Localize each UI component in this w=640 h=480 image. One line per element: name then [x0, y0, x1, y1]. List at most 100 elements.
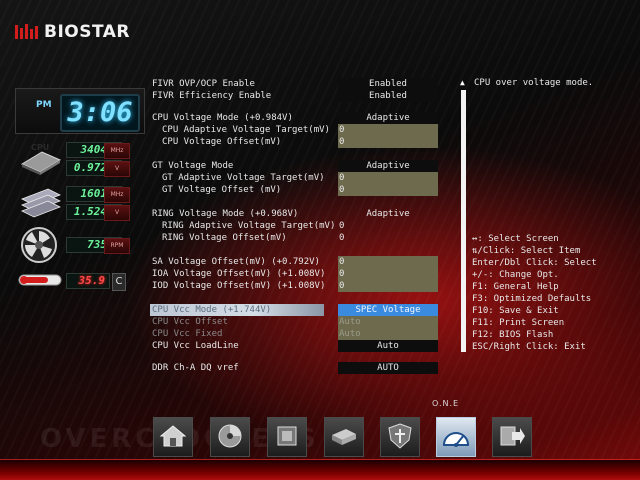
menu-item-value[interactable]: 0	[338, 232, 438, 244]
chip-icon	[274, 423, 300, 452]
menu-item-iod-vo[interactable]: IOD Voltage Offset(mV) (+1.008V) 0	[152, 280, 438, 292]
menu-item-label: CPU Voltage Offset(mV)	[162, 137, 282, 147]
dock-button-advanced[interactable]	[210, 417, 250, 457]
dock-button-one[interactable]	[436, 417, 476, 457]
temperature-value: 35.9	[78, 274, 106, 287]
clock-ampm: PM	[36, 100, 52, 110]
menu-item-value[interactable]: Auto	[338, 328, 438, 340]
menu-item-ring-avt[interactable]: RING Adaptive Voltage Target(mV) 0	[152, 220, 438, 232]
logo-mark-icon	[14, 23, 40, 41]
menu-item-label: CPU Vcc Fixed	[152, 329, 223, 339]
dock-active-label: O.N.E	[432, 399, 460, 408]
menu-item-cpu-vcc-mode[interactable]: CPU Vcc Mode (+1.744V) SPEC Voltage	[150, 304, 438, 316]
menu-item-label: CPU Vcc Offset	[152, 317, 228, 327]
memory-frequency-unit: MHz	[104, 187, 130, 203]
menu-item-gt-vo[interactable]: GT Voltage Offset (mV) 0	[152, 184, 438, 196]
menu-item-label: CPU Adaptive Voltage Target(mV)	[162, 125, 330, 135]
memory-voltage-value: 1.524	[73, 205, 107, 218]
thermometer-icon	[18, 272, 62, 291]
disc-icon	[217, 423, 243, 452]
dock-button-boot[interactable]	[324, 417, 364, 457]
cpu-voltage-unit: V	[104, 161, 130, 177]
cpu-frequency-unit: MHz	[104, 143, 130, 159]
exit-icon	[498, 423, 526, 452]
menu-item-value[interactable]: Adaptive	[338, 112, 438, 124]
key-hint: ⇅/Click: Select Item	[472, 246, 581, 256]
menu-item-ring-vmode[interactable]: RING Voltage Mode (+0.968V) Adaptive	[152, 208, 438, 220]
bottom-strip	[0, 460, 640, 480]
menu-item-label: SA Voltage Offset(mV) (+0.792V)	[152, 257, 320, 267]
menu-item-fivr-eff[interactable]: FIVR Efficiency Enable Enabled	[152, 90, 438, 102]
menu-item-cpu-vo[interactable]: CPU Voltage Offset(mV) 0	[152, 136, 438, 148]
menu-item-cpu-avt[interactable]: CPU Adaptive Voltage Target(mV) 0	[152, 124, 438, 136]
dock-button-chipset[interactable]	[267, 417, 307, 457]
menu-item-value[interactable]: SPEC Voltage	[338, 304, 438, 316]
menu-item-value[interactable]: AUTO	[338, 362, 438, 374]
menu-item-label: GT Adaptive Voltage Target(mV)	[162, 173, 325, 183]
dock-button-main[interactable]	[153, 417, 193, 457]
menu-item-sa-vo[interactable]: SA Voltage Offset(mV) (+0.792V) 0	[152, 256, 438, 268]
key-hint: +/-: Change Opt.	[472, 270, 559, 280]
menu-item-ring-vo[interactable]: RING Voltage Offset(mV) 0	[152, 232, 438, 244]
dock-button-security[interactable]	[380, 417, 420, 457]
menu-item-value[interactable]: Auto	[338, 316, 438, 328]
menu-item-value[interactable]: Auto	[338, 340, 438, 352]
menu-item-value[interactable]: 0	[338, 124, 438, 136]
menu-item-label: FIVR Efficiency Enable	[152, 91, 272, 101]
key-hint: F10: Save & Exit	[472, 306, 559, 316]
menu-item-value[interactable]: Adaptive	[338, 160, 438, 172]
menu-item-value[interactable]: 0	[338, 136, 438, 148]
memory-voltage-unit: V	[104, 205, 130, 221]
menu-item-ioa-vo[interactable]: IOA Voltage Offset(mV) (+1.008V) 0	[152, 268, 438, 280]
menu-item-value[interactable]: 0	[338, 268, 438, 280]
menu-item-label: IOA Voltage Offset(mV) (+1.008V)	[152, 269, 326, 279]
scroll-up-arrow-icon[interactable]: ▲	[460, 78, 465, 87]
fan-speed-unit: RPM	[104, 238, 130, 254]
cpu-voltage-value: 0.972	[73, 161, 107, 174]
menu-item-label: RING Voltage Offset(mV)	[162, 233, 287, 243]
menu-item-value[interactable]: 0	[338, 184, 438, 196]
key-hint: Enter/Dbl Click: Select	[472, 258, 597, 268]
menu-item-label: CPU Vcc LoadLine	[152, 341, 239, 351]
dock-button-save-exit[interactable]	[492, 417, 532, 457]
menu-item-gt-vmode[interactable]: GT Voltage Mode Adaptive	[152, 160, 438, 172]
menu-item-label: GT Voltage Mode	[152, 161, 234, 171]
menu-item-value[interactable]: Enabled	[338, 78, 438, 90]
menu-item-label: FIVR OVP/OCP Enable	[152, 79, 255, 89]
logo-text: BIOSTAR	[44, 22, 131, 42]
gauge-icon	[441, 423, 471, 452]
shield-icon	[387, 422, 413, 453]
menu-item-gt-avt[interactable]: GT Adaptive Voltage Target(mV) 0	[152, 172, 438, 184]
menu-item-cpu-vcc-fixed[interactable]: CPU Vcc Fixed Auto	[152, 328, 438, 340]
menu-item-value[interactable]: Adaptive	[338, 208, 438, 220]
menu-item-cpu-vcc-loadline[interactable]: CPU Vcc LoadLine Auto	[152, 340, 438, 352]
memory-module-icon	[20, 185, 62, 222]
settings-menu: FIVR OVP/OCP Enable Enabled FIVR Efficienc…	[150, 0, 442, 480]
menu-item-value[interactable]: 0	[338, 280, 438, 292]
temperature-unit: C	[112, 273, 126, 291]
menu-item-label: DDR Ch-A DQ vref	[152, 363, 239, 373]
biostar-logo: BIOSTAR	[14, 22, 130, 42]
menu-item-fivr-ovp[interactable]: FIVR OVP/OCP Enable Enabled	[152, 78, 438, 90]
temperature-readout: 35.9	[66, 273, 110, 289]
item-help-description: CPU over voltage mode.	[474, 78, 594, 88]
key-hint: F3: Optimized Defaults	[472, 294, 592, 304]
menu-item-label: CPU Vcc Mode (+1.744V)	[150, 304, 324, 316]
drive-icon	[330, 425, 358, 450]
menu-item-value[interactable]: 0	[338, 172, 438, 184]
menu-item-label: GT Voltage Offset (mV)	[162, 185, 282, 195]
menu-item-ddr-dq-vref[interactable]: DDR Ch-A DQ vref AUTO	[152, 362, 438, 374]
menu-item-label: IOD Voltage Offset(mV) (+1.008V)	[152, 281, 326, 291]
menu-item-label: CPU Voltage Mode (+0.984V)	[152, 113, 293, 123]
scrollbar[interactable]	[461, 90, 466, 352]
menu-item-value[interactable]: 0	[338, 220, 438, 232]
fan-icon	[20, 226, 58, 267]
menu-item-cpu-vcc-offset[interactable]: CPU Vcc Offset Auto	[152, 316, 438, 328]
menu-item-cpu-vmode[interactable]: CPU Voltage Mode (+0.984V) Adaptive	[152, 112, 438, 124]
key-hint: ↔: Select Screen	[472, 234, 559, 244]
menu-item-value[interactable]: 0	[338, 256, 438, 268]
key-hint: F12: BIOS Flash	[472, 330, 554, 340]
menu-item-value[interactable]: Enabled	[338, 90, 438, 102]
key-hint: F11: Print Screen	[472, 318, 565, 328]
menu-item-label: RING Adaptive Voltage Target(mV)	[162, 221, 336, 231]
